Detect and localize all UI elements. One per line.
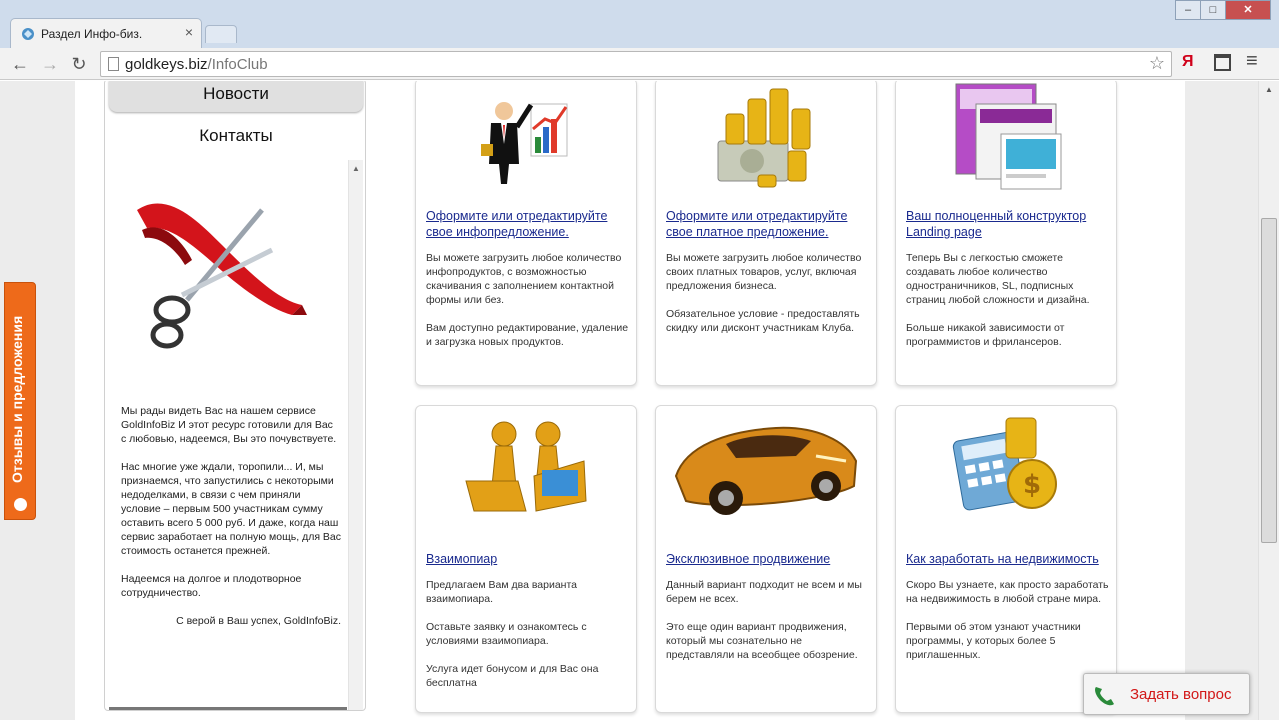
window-icon[interactable]	[1214, 54, 1231, 71]
back-button[interactable]: ←	[8, 52, 32, 76]
welcome-text: Мы рады видеть Вас на нашем сервисе Gold…	[121, 404, 341, 642]
page-viewport: Новости Контакты Мы рады видеть Вас на н…	[0, 81, 1258, 720]
menu-icon[interactable]: ≡	[1246, 50, 1258, 73]
welcome-scrollbar[interactable]: ▲	[348, 160, 363, 710]
window-controls: – □ ✕	[1175, 0, 1271, 20]
card-paragraph: Скоро Вы узнаете, как просто заработать …	[906, 579, 1109, 605]
svg-text:$: $	[1023, 470, 1041, 500]
news-button[interactable]: Новости	[109, 81, 363, 112]
scroll-up-arrow-icon[interactable]: ▲	[1265, 85, 1273, 94]
card-description: Данный вариант подходит не всем и мы бер…	[666, 578, 872, 676]
card-title-link[interactable]: Оформите или отредактируйте свое инфопре…	[426, 208, 626, 240]
page-content: Новости Контакты Мы рады видеть Вас на н…	[75, 81, 1185, 720]
card-description: Предлагаем Вам два варианта взаимопиара.…	[426, 578, 632, 704]
ribbon-scissors-icon	[137, 203, 307, 349]
scroll-up-arrow-icon[interactable]: ▲	[352, 164, 360, 173]
url-domain: goldkeys.biz	[125, 56, 208, 73]
website-pages-icon	[955, 83, 1062, 190]
new-tab-button[interactable]	[205, 25, 237, 43]
card-description: Скоро Вы узнаете, как просто заработать …	[906, 578, 1112, 676]
browser-tab[interactable]: Раздел Инфо-биз. ×	[10, 18, 202, 48]
tab-close-icon[interactable]: ×	[185, 24, 193, 40]
phone-icon	[1095, 687, 1114, 706]
card-description: Теперь Вы с легкостью сможете создавать …	[906, 251, 1112, 363]
golden-figures-laptops-icon	[465, 421, 587, 512]
golden-car-icon	[674, 426, 858, 515]
welcome-paragraph: Нас многие уже ждали, торопили... И, мы …	[121, 461, 342, 557]
url-text: goldkeys.biz/InfoClub	[125, 56, 268, 73]
bookmark-star-icon[interactable]: ☆	[1149, 53, 1165, 74]
ask-question-label: Задать вопрос	[1130, 686, 1232, 703]
welcome-box: Мы рады видеть Вас на нашем сервисе Gold…	[107, 160, 363, 710]
forward-button[interactable]: →	[38, 52, 62, 76]
card-paragraph: Данный вариант подходит не всем и мы бер…	[666, 579, 862, 605]
card-image: $	[896, 406, 1116, 531]
card-infoproduct: Оформите или отредактируйте свое инфопре…	[415, 81, 637, 386]
url-path: /InfoClub	[207, 56, 268, 73]
card-mutual-pr: Взаимопиар Предлагаем Вам два варианта в…	[415, 405, 637, 713]
card-image	[896, 81, 1116, 204]
card-landing-page: Ваш полноценный конструктор Landing page…	[895, 81, 1117, 386]
card-image	[656, 406, 876, 531]
card-paragraph: Предлагаем Вам два варианта взаимопиара.	[426, 579, 577, 605]
card-image	[656, 81, 876, 204]
browser-titlebar: Раздел Инфо-биз. × – □ ✕	[0, 0, 1279, 48]
card-paragraph: Вы можете загрузить любое количество инф…	[426, 252, 622, 306]
browser-toolbar: ← → ↻ goldkeys.biz/InfoClub ☆ Я ≡	[0, 48, 1279, 80]
card-paid-offer: Оформите или отредактируйте свое платное…	[655, 81, 877, 386]
ask-question-button[interactable]: Задать вопрос	[1083, 673, 1250, 715]
businessman-chart-icon	[481, 102, 568, 184]
sidebar: Новости Контакты Мы рады видеть Вас на н…	[104, 81, 366, 711]
card-paragraph: Обязательное условие - предоставлять ски…	[666, 308, 860, 334]
welcome-bottom-bar	[109, 707, 347, 710]
card-title-link[interactable]: Оформите или отредактируйте свое платное…	[666, 208, 866, 240]
page-icon	[108, 57, 119, 71]
tab-title: Раздел Инфо-биз.	[41, 27, 143, 41]
feedback-side-tab[interactable]: Отзывы и предложения	[4, 282, 36, 520]
address-bar[interactable]: goldkeys.biz/InfoClub ☆	[100, 51, 1172, 77]
card-paragraph: Вы можете загрузить любое количество сво…	[666, 252, 862, 292]
card-title-link[interactable]: Эксклюзивное продвижение	[666, 551, 866, 567]
card-paragraph: Вам доступно редактирование, удаление и …	[426, 322, 629, 348]
scrollbar-thumb[interactable]	[1261, 218, 1277, 543]
card-title-link[interactable]: Как заработать на недвижимость	[906, 551, 1106, 567]
feedback-tab-label: Отзывы и предложения	[9, 315, 25, 483]
welcome-signature: С верой в Ваш успех, GoldInfoBiz.	[176, 615, 341, 627]
card-paragraph: Оставьте заявку и ознакомтесь с условиям…	[426, 621, 587, 647]
welcome-paragraph: Надеемся на долгое и плодотворное сотруд…	[121, 573, 302, 599]
card-paragraph: Теперь Вы с легкостью сможете создавать …	[906, 252, 1090, 306]
card-paragraph: Это еще один вариант продвижения, которы…	[666, 621, 858, 661]
card-paragraph: Первыми об этом узнают участники програм…	[906, 621, 1081, 661]
card-image	[416, 81, 636, 204]
site-favicon-icon	[22, 28, 34, 40]
reload-button[interactable]: ↻	[67, 52, 91, 76]
card-image	[416, 406, 636, 531]
calculator-coins-icon: $	[952, 417, 1057, 511]
card-paragraph: Больше никакой зависимости от программис…	[906, 322, 1065, 348]
contacts-link[interactable]: Контакты	[105, 126, 367, 146]
card-description: Вы можете загрузить любое количество инф…	[426, 251, 632, 363]
gold-coins-money-icon	[717, 88, 811, 188]
minimize-button[interactable]: –	[1175, 0, 1201, 20]
maximize-button[interactable]: □	[1200, 0, 1226, 20]
card-description: Вы можете загрузить любое количество сво…	[666, 251, 872, 349]
feedback-icon	[14, 498, 27, 511]
card-paragraph: Услуга идет бонусом и для Вас она беспла…	[426, 663, 599, 689]
yandex-mail-icon[interactable]: Я	[1182, 53, 1194, 71]
close-window-button[interactable]: ✕	[1225, 0, 1271, 20]
card-real-estate: $ Как заработать на недвижимость Скоро В…	[895, 405, 1117, 713]
card-title-link[interactable]: Ваш полноценный конструктор Landing page	[906, 208, 1106, 240]
card-exclusive-promo: Эксклюзивное продвижение Данный вариант …	[655, 405, 877, 713]
card-title-link[interactable]: Взаимопиар	[426, 551, 626, 567]
page-scrollbar[interactable]: ▲	[1258, 81, 1279, 720]
welcome-paragraph: Мы рады видеть Вас на нашем сервисе Gold…	[121, 405, 337, 445]
